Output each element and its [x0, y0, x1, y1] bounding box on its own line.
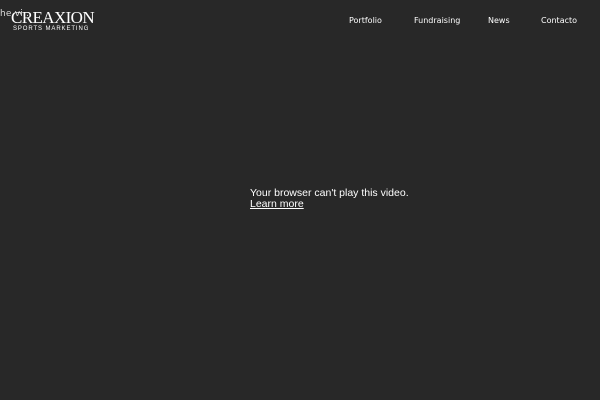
page: he vi... CREAXION SPORTS MARKETING Portf…: [0, 0, 600, 400]
creaxion-logo[interactable]: CREAXION SPORTS MARKETING: [11, 8, 95, 35]
nav-item-news[interactable]: News: [488, 16, 510, 25]
logo-wordmark: CREAXION: [11, 8, 95, 27]
logo-tagline: SPORTS MARKETING: [13, 26, 90, 32]
video-error-message: Your browser can't play this video. Lear…: [250, 188, 450, 210]
nav-item-fundraising[interactable]: Fundraising: [414, 16, 460, 25]
nav-item-contacto[interactable]: Contacto: [541, 16, 577, 25]
nav-item-portfolio[interactable]: Portfolio: [349, 16, 382, 25]
learn-more-link[interactable]: Learn more: [250, 199, 304, 210]
